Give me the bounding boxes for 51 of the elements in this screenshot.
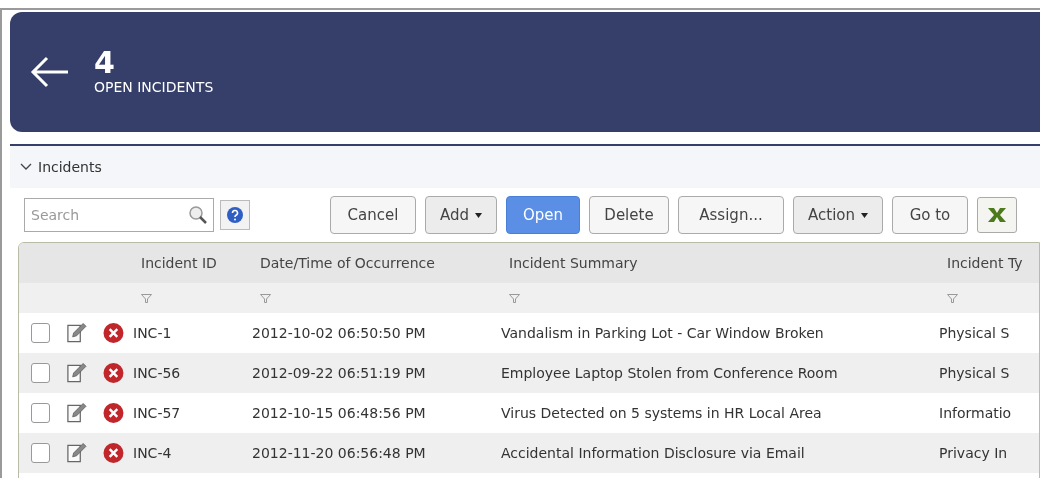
toolbar-button[interactable]: Add — [425, 196, 497, 234]
search-icon[interactable] — [188, 205, 208, 225]
row-checkbox[interactable] — [31, 443, 51, 463]
edit-icon[interactable] — [66, 402, 88, 424]
incident-count: 4 — [94, 48, 116, 78]
edit-icon[interactable] — [66, 362, 88, 384]
help-icon — [226, 206, 244, 224]
row-checkbox[interactable] — [31, 323, 51, 343]
table-cell: INC-57 — [133, 404, 181, 421]
chevron-icon — [20, 163, 32, 171]
table-cell: 2012-09-22 06:51:19 PM — [252, 364, 426, 381]
table-cell: Vandalism in Parking Lot - Car Window Broken — [501, 324, 824, 341]
row-checkbox[interactable] — [31, 363, 51, 383]
table-cell: 2012-10-02 06:50:50 PM — [252, 324, 426, 341]
spreadsheet-icon — [986, 207, 1008, 223]
table-cell: 2012-11-20 06:56:48 PM — [252, 444, 426, 461]
search-field[interactable]: Search — [24, 198, 214, 232]
delete-icon[interactable] — [103, 362, 124, 384]
table-cell: INC-4 — [133, 444, 172, 461]
table-cell: Informatio — [939, 404, 1012, 421]
table-cell: INC-1 — [133, 324, 172, 341]
export-button[interactable] — [977, 197, 1017, 233]
toolbar-button[interactable]: Delete — [589, 196, 669, 234]
edit-icon[interactable] — [66, 442, 88, 464]
column-header[interactable]: Incident ID — [141, 254, 217, 271]
toolbar-button[interactable]: Cancel — [330, 196, 416, 234]
table-cell: INC-56 — [133, 364, 181, 381]
table-cell: Physical S — [939, 324, 1010, 341]
column-header[interactable]: Incident Ty — [947, 254, 1023, 271]
toolbar-button[interactable]: Action — [793, 196, 883, 234]
toolbar-button[interactable]: Go to — [892, 196, 968, 234]
delete-icon[interactable] — [103, 402, 124, 424]
delete-icon[interactable] — [103, 322, 124, 344]
row-checkbox[interactable] — [31, 403, 51, 423]
table-cell: Physical S — [939, 364, 1010, 381]
help-button[interactable] — [220, 200, 250, 230]
table-cell: 2012-10-15 06:48:56 PM — [252, 404, 426, 421]
table-cell: Accidental Information Disclosure via Email — [501, 444, 805, 461]
toolbar-button[interactable]: Assign... — [678, 196, 784, 234]
edit-icon[interactable] — [66, 322, 88, 344]
table-cell: Employee Laptop Stolen from Conference Room — [501, 364, 838, 381]
table-cell: Virus Detected on 5 systems in HR Local Area — [501, 404, 822, 421]
caret-icon — [861, 212, 868, 218]
back-arrow-icon[interactable] — [30, 56, 70, 88]
section-toggle[interactable]: Incidents — [20, 156, 102, 178]
column-header[interactable]: Date/Time of Occurrence — [260, 254, 435, 271]
page-title: OPEN INCIDENTS — [94, 78, 214, 96]
delete-icon[interactable] — [103, 442, 124, 464]
table-cell: Privacy In — [939, 444, 1008, 461]
column-header[interactable]: Incident Summary — [509, 254, 638, 271]
caret-icon — [475, 212, 482, 218]
